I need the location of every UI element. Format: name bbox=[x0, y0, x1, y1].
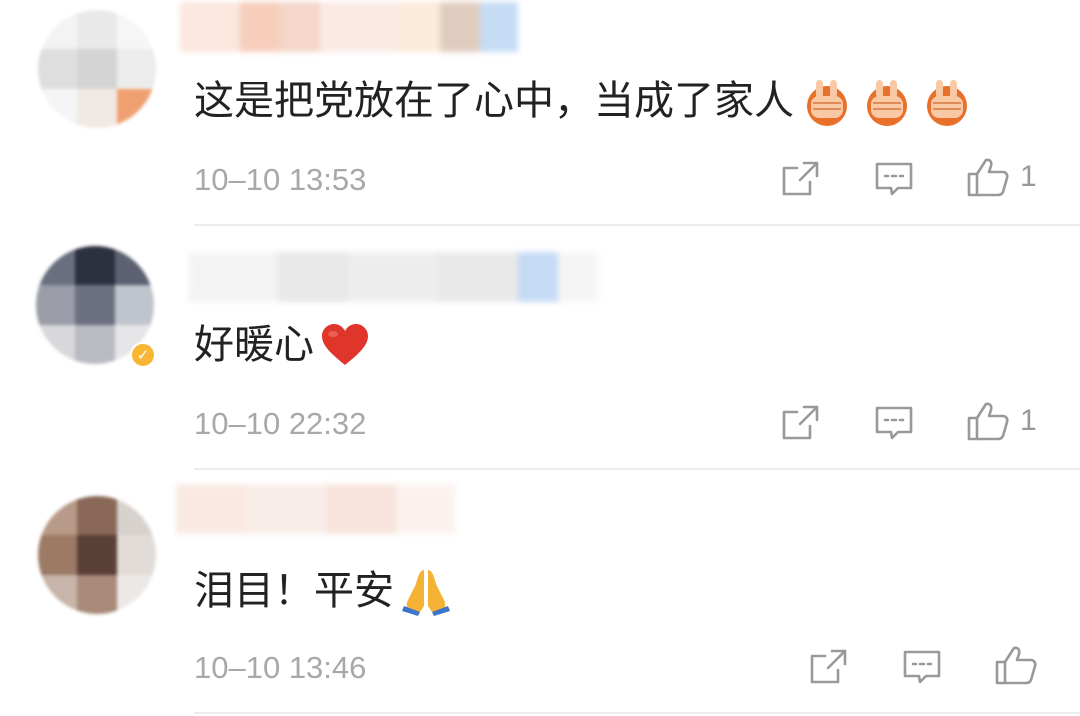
share-button[interactable] bbox=[780, 404, 820, 442]
reply-button[interactable] bbox=[902, 648, 942, 686]
comment-text: 泪目！平安 bbox=[194, 566, 452, 616]
comment-item: ✓ 好暖心 10–10 22:32 1 bbox=[0, 226, 1080, 470]
share-icon bbox=[782, 405, 819, 440]
thumbs-up-icon bbox=[967, 402, 1009, 441]
comment-item: 这是把党放在了心中，当成了家人 10–10 13:53 1 bbox=[0, 0, 1080, 226]
divider bbox=[194, 712, 1080, 714]
comment-body: 好暖心 bbox=[194, 322, 314, 368]
share-button[interactable] bbox=[780, 160, 820, 198]
username-blurred[interactable] bbox=[180, 2, 530, 52]
avatar[interactable] bbox=[38, 10, 156, 128]
like-button[interactable]: 1 bbox=[966, 400, 1037, 442]
verified-badge: ✓ bbox=[130, 342, 156, 368]
reply-button[interactable] bbox=[874, 404, 914, 442]
thumbs-up-icon bbox=[995, 646, 1037, 685]
avatar[interactable] bbox=[38, 496, 156, 614]
like-count: 1 bbox=[1020, 160, 1037, 193]
folded-hands-emoji bbox=[400, 566, 452, 616]
comment-icon bbox=[875, 162, 913, 196]
comment-body: 这是把党放在了心中，当成了家人 bbox=[194, 78, 794, 124]
comment-timestamp: 10–10 22:32 bbox=[194, 406, 367, 441]
reply-button[interactable] bbox=[874, 160, 914, 198]
comment-icon bbox=[875, 406, 913, 440]
like-button[interactable]: 1 bbox=[966, 156, 1037, 198]
username-blurred[interactable] bbox=[176, 484, 456, 534]
username-blurred[interactable] bbox=[188, 252, 598, 302]
victory-hand-emoji bbox=[800, 76, 980, 126]
comment-timestamp: 10–10 13:46 bbox=[194, 650, 367, 685]
comment-item: 泪目！平安 10–10 13:46 bbox=[0, 470, 1080, 716]
comment-body: 泪目！平安 bbox=[194, 568, 394, 614]
comment-icon bbox=[903, 650, 941, 684]
share-icon bbox=[782, 161, 819, 196]
like-button[interactable] bbox=[994, 644, 1038, 686]
comment-text: 这是把党放在了心中，当成了家人 bbox=[194, 76, 980, 126]
like-count: 1 bbox=[1020, 404, 1037, 437]
comment-text: 好暖心 bbox=[194, 321, 370, 369]
share-button[interactable] bbox=[808, 648, 848, 686]
share-icon bbox=[810, 649, 847, 684]
thumbs-up-icon bbox=[967, 158, 1009, 197]
comment-timestamp: 10–10 13:53 bbox=[194, 162, 367, 197]
red-heart-emoji bbox=[320, 322, 370, 368]
